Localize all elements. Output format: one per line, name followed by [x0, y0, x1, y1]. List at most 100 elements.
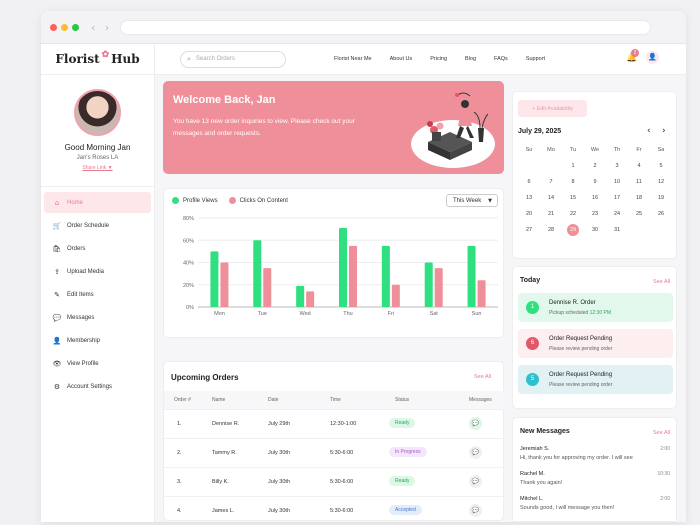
calendar-day[interactable]: 29 [567, 224, 579, 236]
sidebar-item-orders[interactable]: 🛍 Orders [44, 238, 151, 259]
calendar-day[interactable]: 22 [564, 211, 582, 217]
avatar[interactable] [74, 89, 121, 136]
orders-title: Upcoming Orders [171, 373, 239, 382]
share-link[interactable]: Share Link ▼ [41, 165, 154, 171]
calendar-day[interactable]: 4 [630, 163, 648, 169]
calendar-day[interactable]: 3 [608, 163, 626, 169]
prev-month-icon[interactable]: ‹ [647, 126, 651, 136]
col-header-time: Time [330, 397, 341, 403]
calendar-day[interactable]: 10 [608, 179, 626, 185]
shop-name: Jan's Roses LA [76, 155, 119, 161]
message-item[interactable]: Mitchel L. Sounds good, I will message yo… [520, 496, 670, 511]
sidebar-item-edit-items[interactable]: ✎ Edit Items [44, 284, 151, 305]
address-bar[interactable] [120, 19, 652, 35]
calendar-day[interactable]: 25 [630, 211, 648, 217]
event-sub: Pickup scheduled [549, 310, 589, 316]
user-icon[interactable]: 👤 [646, 51, 659, 64]
calendar-day[interactable]: 6 [520, 179, 538, 185]
bar-clicks-on-content [349, 245, 357, 307]
search-input[interactable]: ⌕ Search Orders [180, 50, 286, 68]
message-icon[interactable]: 💬 [469, 504, 482, 517]
sidebar-item-membership[interactable]: 👤 Membership [44, 330, 151, 351]
calendar-day[interactable]: 21 [542, 211, 560, 217]
messages-see-all-link[interactable]: See All [653, 430, 670, 436]
nav-link-about-us[interactable]: About Us [390, 56, 413, 62]
sidebar-item-account-settings[interactable]: ⚙ Account Settings [44, 376, 151, 397]
sidebar-item-home[interactable]: ⌂ Home [44, 192, 151, 213]
today-see-all-link[interactable]: See All [653, 279, 670, 285]
calendar-day[interactable]: 17 [608, 195, 626, 201]
edit-availability-button[interactable]: + Edit Availability [518, 100, 587, 117]
calendar-day[interactable]: 19 [652, 195, 670, 201]
nav-link-support[interactable]: Support [526, 56, 545, 62]
message-sender: Mitchel L. [520, 496, 544, 502]
table-row[interactable]: 4. James L. July 30th 5:30-6:00 Accepted 💬 [164, 496, 505, 522]
maximize-dot-icon[interactable] [72, 23, 79, 31]
next-month-icon[interactable]: › [662, 126, 666, 136]
message-icon[interactable]: 💬 [469, 475, 482, 488]
sidebar-item-label: Account Settings [67, 383, 113, 390]
legend-item-clicks[interactable]: Clicks On Content [228, 197, 288, 204]
sidebar-item-view-profile[interactable]: 👁 View Profile [44, 353, 151, 374]
calendar-day[interactable]: 13 [520, 195, 538, 201]
calendar-day[interactable]: 26 [652, 211, 670, 217]
top-nav: ⌕ Search Orders Florist Near Me About Us… [155, 44, 686, 75]
table-row[interactable]: 2. Tammy R. July 30th 5:30-6:00 In Progress 💬 [164, 438, 505, 467]
table-row[interactable]: 1. Dennise R. July 29th 12:30-1:00 Ready 💬 [164, 409, 505, 438]
messages-title: New Messages [520, 428, 570, 435]
calendar-day[interactable]: 18 [630, 195, 648, 201]
calendar-day[interactable]: 12 [652, 179, 670, 185]
nav-link-florist-near-me[interactable]: Florist Near Me [334, 56, 372, 62]
nav-link-blog[interactable]: Blog [465, 56, 476, 62]
calendar-day[interactable]: 2 [586, 163, 604, 169]
calendar-day[interactable]: 14 [542, 195, 560, 201]
calendar-day[interactable]: 9 [586, 179, 604, 185]
order-name: James L. [212, 508, 235, 514]
message-icon[interactable]: 💬 [469, 417, 482, 430]
calendar-day[interactable]: 8 [564, 179, 582, 185]
table-row[interactable]: 3. Billy K. July 30th 5:30-6:00 Ready 💬 [164, 467, 505, 496]
weekday-label: Th [613, 147, 621, 153]
calendar-day[interactable]: 23 [586, 211, 604, 217]
calendar-day[interactable]: 28 [542, 227, 560, 233]
back-forward-icon[interactable]: ‹ › [91, 21, 112, 34]
calendar-day[interactable]: 27 [520, 227, 538, 233]
sidebar-item-order-schedule[interactable]: 🛒 Order Schedule [44, 215, 151, 236]
calendar-day[interactable]: 31 [608, 227, 626, 233]
calendar-day[interactable]: 24 [608, 211, 626, 217]
sidebar-item-upload-media[interactable]: ⇪ Upload Media [44, 261, 151, 282]
event-time: 12:30 PM [589, 310, 611, 316]
upload-icon: ⇪ [54, 267, 60, 276]
event-card[interactable]: 1 Dennise R. Order Pickup scheduled 12:30 … [518, 293, 673, 322]
calendar-day[interactable]: 5 [652, 163, 670, 169]
order-time: 5:30-6:00 [330, 450, 354, 456]
message-item[interactable]: Jeremiah S. Hi, thank you for approving m… [520, 446, 670, 461]
nav-links: Florist Near Me About Us Pricing Blog FA… [334, 56, 563, 62]
event-card[interactable]: 5 Order Request Pending Please review pend… [518, 365, 673, 394]
calendar-day[interactable]: 11 [630, 179, 648, 185]
sidebar-menu: ⌂ Home 🛒 Order Schedule 🛍 Orders ⇪ Upload Media… [41, 186, 154, 397]
calendar-day[interactable]: 1 [564, 163, 582, 169]
calendar-day[interactable]: 30 [586, 227, 604, 233]
x-tick-label: Wed [300, 311, 311, 317]
message-item[interactable]: Rachel M. Thank you again! 10:30 [520, 471, 670, 486]
sidebar-item-messages[interactable]: 💬 Messages [44, 307, 151, 328]
calendar-day[interactable]: 16 [586, 195, 604, 201]
calendar-day[interactable]: 7 [542, 179, 560, 185]
calendar-day[interactable]: 15 [564, 195, 582, 201]
calendar-day[interactable]: 20 [520, 211, 538, 217]
time-range-value: This Week [453, 197, 482, 204]
minimize-dot-icon[interactable] [61, 23, 68, 31]
nav-link-pricing[interactable]: Pricing [430, 56, 447, 62]
orders-see-all-link[interactable]: See All [474, 374, 491, 380]
close-dot-icon[interactable] [50, 23, 57, 31]
legend-item-profile-views[interactable]: Profile Views [172, 197, 218, 204]
event-card[interactable]: 6 Order Request Pending Please review pend… [518, 329, 673, 358]
nav-link-faqs[interactable]: FAQs [494, 56, 508, 62]
brand-logo[interactable]: Florist ✿ Hub [41, 44, 154, 75]
time-range-select[interactable]: This Week ▼ [446, 194, 498, 207]
calendar-card: + Edit Availability July 29, 2025 ‹ › Su… [512, 91, 677, 259]
weekday-label: We [590, 147, 600, 153]
order-time: 5:30-6:00 [330, 508, 354, 514]
message-icon[interactable]: 💬 [469, 446, 482, 459]
